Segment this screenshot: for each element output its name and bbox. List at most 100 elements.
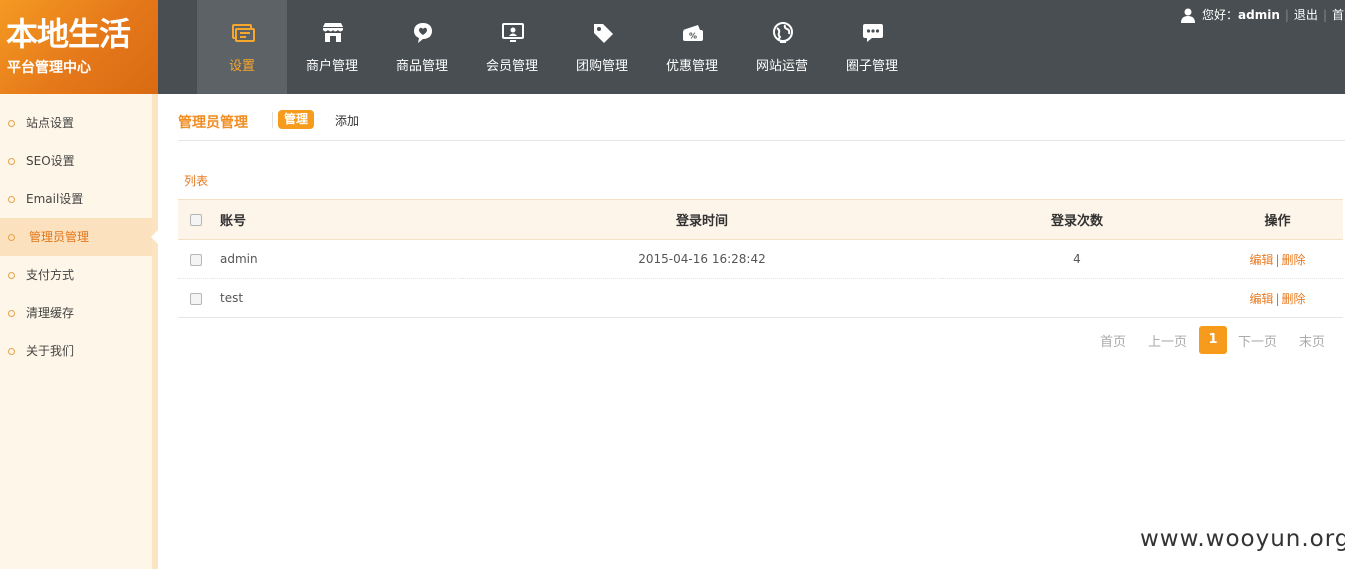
divider: | bbox=[1275, 291, 1280, 306]
bullet-icon bbox=[8, 120, 15, 127]
delete-link[interactable]: 删除 bbox=[1282, 253, 1306, 267]
user-bar: 您好： admin | 退出 | 首页 bbox=[1180, 6, 1345, 23]
account-cell: admin bbox=[220, 252, 258, 266]
store-icon bbox=[323, 23, 343, 42]
nav-label: 优惠管理 bbox=[665, 59, 718, 74]
last-page-link[interactable]: 末页 bbox=[1299, 331, 1325, 350]
column-header-actions: 操作 bbox=[1264, 214, 1291, 229]
price-tag-icon bbox=[594, 24, 613, 43]
username: admin bbox=[1238, 7, 1280, 22]
login-count-cell: 4 bbox=[1073, 252, 1081, 266]
nav-group-buy[interactable]: 团购管理 bbox=[557, 0, 647, 94]
divider: | bbox=[1275, 252, 1280, 267]
nav-discounts[interactable]: % 优惠管理 bbox=[647, 0, 737, 94]
edit-link[interactable]: 编辑 bbox=[1249, 253, 1273, 267]
nav-label: 商户管理 bbox=[305, 59, 358, 74]
logo-title: 本地生活 bbox=[6, 15, 131, 53]
nav-label: 设置 bbox=[228, 59, 255, 74]
column-header-login-time: 登录时间 bbox=[675, 214, 728, 229]
sidebar: 站点设置 SEO设置 Email设置 管理员管理 支付方式 清理缓存 关于我们 bbox=[0, 94, 158, 569]
sidebar-item-label: 关于我们 bbox=[26, 344, 75, 358]
edit-link[interactable]: 编辑 bbox=[1249, 292, 1273, 306]
svg-text:%: % bbox=[689, 32, 697, 41]
actions-cell: 编辑 | 删除 bbox=[1212, 279, 1343, 318]
home-link[interactable]: 首页 bbox=[1332, 6, 1345, 23]
row-checkbox-cell bbox=[178, 279, 212, 318]
bullet-icon bbox=[8, 348, 15, 355]
delete-link[interactable]: 删除 bbox=[1282, 292, 1306, 306]
nav-circles[interactable]: 圈子管理 bbox=[827, 0, 917, 94]
user-icon bbox=[1181, 8, 1195, 23]
nav-operations[interactable]: 网站运营 bbox=[737, 0, 827, 94]
nav-label: 会员管理 bbox=[485, 59, 538, 74]
row-checkbox[interactable] bbox=[190, 253, 202, 266]
nav-label: 商品管理 bbox=[395, 59, 448, 74]
sidebar-item-clear-cache[interactable]: 清理缓存 bbox=[0, 294, 152, 332]
sidebar-item-label: SEO设置 bbox=[26, 154, 75, 168]
sidebar-item-admins[interactable]: 管理员管理 bbox=[0, 218, 158, 256]
tab-add[interactable]: 添加 bbox=[335, 112, 359, 129]
tab-manage[interactable]: 管理 bbox=[278, 110, 315, 129]
login-time-cell: 2015-04-16 16:28:42 bbox=[638, 252, 766, 266]
select-all-checkbox[interactable] bbox=[190, 213, 202, 226]
logo-subtitle: 平台管理中心 bbox=[7, 60, 91, 76]
settings-card-icon bbox=[232, 24, 255, 42]
pagination: 首页 上一页 1 下一页 末页 bbox=[1078, 326, 1325, 354]
table-row: admin 2015-04-16 16:28:42 4 编辑 | 删除 bbox=[178, 240, 1343, 279]
current-page[interactable]: 1 bbox=[1198, 326, 1227, 354]
nav-members[interactable]: 会员管理 bbox=[467, 0, 557, 94]
product-tag-bubble-icon bbox=[414, 23, 432, 43]
bullet-icon bbox=[8, 234, 15, 241]
next-page-link[interactable]: 下一页 bbox=[1238, 331, 1277, 350]
header-checkbox-cell bbox=[178, 200, 212, 240]
prev-page-link[interactable]: 上一页 bbox=[1148, 331, 1187, 350]
chat-bubble-icon bbox=[863, 24, 883, 42]
logo[interactable]: 本地生活 平台管理中心 bbox=[0, 0, 158, 94]
member-monitor-icon bbox=[502, 23, 524, 42]
bullet-icon bbox=[8, 272, 15, 279]
sidebar-item-label: 支付方式 bbox=[26, 268, 75, 282]
table-header-row: 账号 登录时间 登录次数 操作 bbox=[178, 199, 1343, 240]
column-header-account: 账号 bbox=[220, 214, 247, 229]
logout-link[interactable]: 退出 bbox=[1294, 6, 1318, 23]
table-row: test 编辑 | 删除 bbox=[178, 279, 1343, 318]
globe-icon bbox=[773, 22, 793, 43]
row-checkbox[interactable] bbox=[190, 292, 202, 305]
actions-cell: 编辑 | 删除 bbox=[1212, 240, 1343, 279]
page-header: 管理员管理 管理 添加 bbox=[178, 94, 1345, 141]
bullet-icon bbox=[8, 310, 15, 317]
first-page-link[interactable]: 首页 bbox=[1100, 331, 1126, 350]
sidebar-item-site-settings[interactable]: 站点设置 bbox=[0, 104, 152, 142]
greeting-text: 您好： bbox=[1202, 8, 1239, 22]
account-cell: test bbox=[220, 291, 244, 305]
sidebar-item-payment[interactable]: 支付方式 bbox=[0, 256, 152, 294]
column-header-login-count: 登录次数 bbox=[1050, 214, 1103, 229]
nav-label: 团购管理 bbox=[575, 59, 628, 74]
list-title: 列表 bbox=[184, 174, 209, 188]
coupon-icon: % bbox=[683, 25, 703, 41]
sidebar-item-seo[interactable]: SEO设置 bbox=[0, 142, 152, 180]
sidebar-item-label: 管理员管理 bbox=[29, 230, 90, 244]
sidebar-item-about[interactable]: 关于我们 bbox=[0, 332, 152, 370]
divider: | bbox=[1322, 7, 1327, 22]
nav-products[interactable]: 商品管理 bbox=[377, 0, 467, 94]
sidebar-item-email[interactable]: Email设置 bbox=[0, 180, 152, 218]
bullet-icon bbox=[8, 196, 15, 203]
main-content: 管理员管理 管理 添加 列表 账号 登录时间 登录次数 操作 admin 201… bbox=[178, 94, 1345, 354]
page-title: 管理员管理 bbox=[178, 115, 248, 131]
nav-settings[interactable]: 设置 bbox=[197, 0, 287, 94]
row-checkbox-cell bbox=[178, 240, 212, 279]
nav-label: 网站运营 bbox=[755, 59, 808, 74]
divider: | bbox=[1284, 7, 1289, 22]
admin-table: 账号 登录时间 登录次数 操作 admin 2015-04-16 16:28:4… bbox=[178, 199, 1343, 318]
sidebar-item-label: 站点设置 bbox=[26, 116, 75, 130]
login-time-cell bbox=[462, 279, 942, 318]
nav-merchants[interactable]: 商户管理 bbox=[287, 0, 377, 94]
bullet-icon bbox=[8, 158, 15, 165]
nav-label: 圈子管理 bbox=[845, 59, 898, 74]
main-nav: 设置 商户管理 商品管理 会员管理 团购管理 % 优惠管理 网站运营 圈子管理 bbox=[197, 0, 917, 94]
watermark: www.wooyun.org bbox=[1140, 526, 1345, 552]
top-header: 本地生活 平台管理中心 设置 商户管理 商品管理 会员管理 团购管理 % 优惠管… bbox=[0, 0, 1345, 94]
login-count-cell bbox=[942, 279, 1212, 318]
sidebar-item-label: 清理缓存 bbox=[26, 306, 75, 320]
